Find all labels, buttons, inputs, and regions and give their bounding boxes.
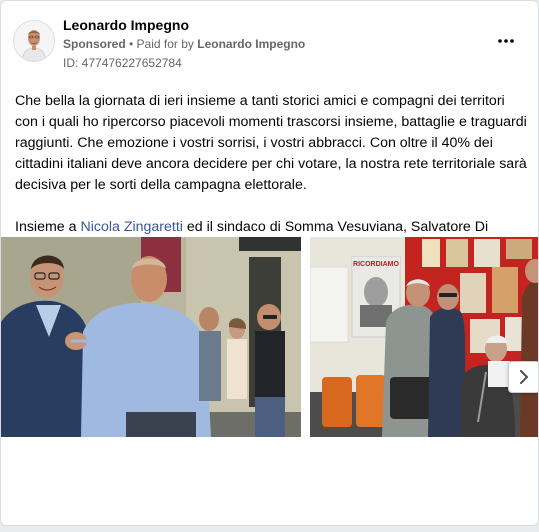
paragraph-2-prefix: Insieme a: [15, 219, 81, 235]
ad-card: Leonardo Impegno Sponsored • Paid for by…: [0, 0, 539, 526]
post-text: Che bella la giornata di ieri insieme a …: [15, 91, 530, 259]
photo-elderly-meeting: RICORDIAMO: [310, 237, 538, 437]
more-options-button[interactable]: [494, 31, 518, 51]
image-carousel[interactable]: RICORDIAMO: [1, 237, 538, 437]
sponsored-line: Sponsored • Paid for by Leonardo Impegno: [63, 37, 305, 51]
post-header: Leonardo Impegno Sponsored • Paid for by…: [13, 13, 526, 73]
author-name[interactable]: Leonardo Impegno: [63, 17, 189, 33]
more-horizontal-icon: [498, 39, 514, 43]
carousel-next-button[interactable]: [508, 361, 538, 393]
photo-handshake: [1, 237, 301, 437]
sponsored-label: Sponsored: [63, 37, 126, 51]
paid-for-name[interactable]: Leonardo Impegno: [197, 37, 305, 51]
chevron-right-icon: [520, 370, 528, 384]
carousel-image-2[interactable]: RICORDIAMO: [310, 237, 538, 437]
poster-text: RICORDIAMO: [353, 261, 399, 268]
avatar[interactable]: [13, 20, 55, 62]
paid-for-label: • Paid for by: [125, 37, 198, 51]
mention-link[interactable]: Nicola Zingaretti: [80, 219, 183, 235]
post-paragraph-1: Che bella la giornata di ieri insieme a …: [15, 93, 527, 193]
ad-id: ID: 477476227652784: [63, 56, 182, 70]
avatar-portrait: [14, 21, 54, 61]
carousel-image-1[interactable]: [1, 237, 301, 437]
